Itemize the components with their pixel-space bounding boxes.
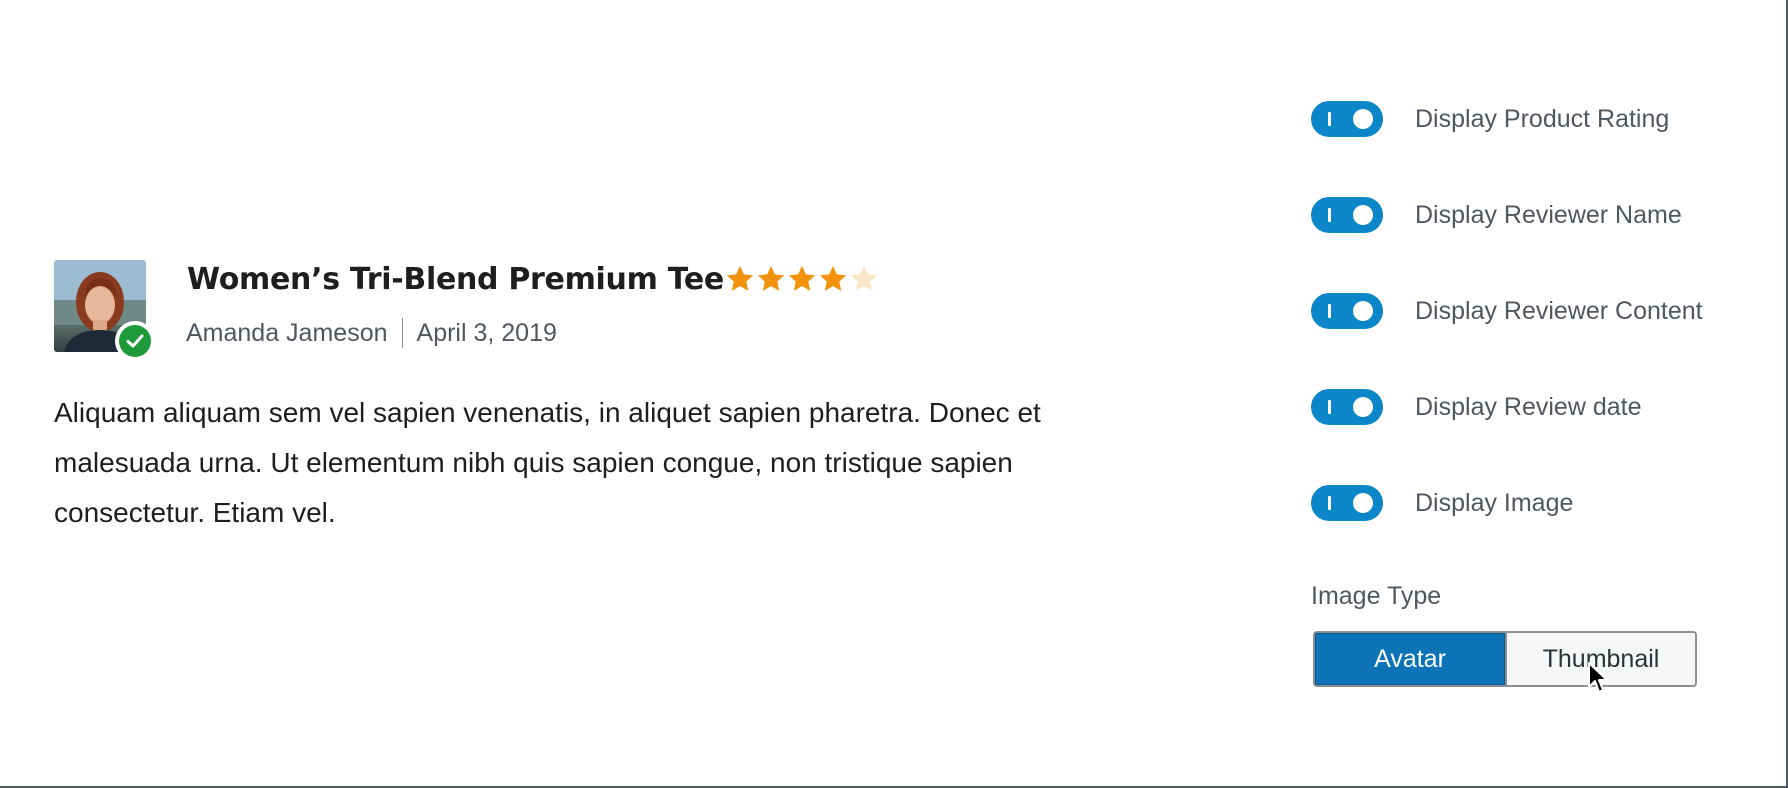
toggle-label: Display Image xyxy=(1415,488,1574,517)
review-date: April 3, 2019 xyxy=(416,318,557,347)
block-preview-frame: Women’s Tri-Blend Premium Tee Amanda Jam… xyxy=(0,0,1788,788)
star-filled-icon xyxy=(726,265,754,291)
toggle-row-review-date: Display Review date xyxy=(1311,389,1642,425)
toggle-review-date[interactable] xyxy=(1311,389,1383,425)
toggle-row-reviewer-content: Display Reviewer Content xyxy=(1311,293,1703,329)
toggle-label: Display Reviewer Content xyxy=(1415,296,1703,325)
product-title: Women’s Tri-Blend Premium Tee xyxy=(187,262,724,297)
review-content: Aliquam aliquam sem vel sapien venenatis… xyxy=(54,397,1041,528)
toggle-label: Display Product Rating xyxy=(1415,104,1670,133)
image-type-segmented-control: Avatar Thumbnail xyxy=(1313,631,1697,687)
toggle-row-product-rating: Display Product Rating xyxy=(1311,101,1669,137)
toggle-product-rating[interactable] xyxy=(1311,101,1383,137)
verified-badge xyxy=(115,321,155,361)
product-rating xyxy=(725,264,879,294)
toggle-reviewer-name[interactable] xyxy=(1311,197,1383,233)
image-type-label: Image Type xyxy=(1311,582,1442,610)
toggle-row-image: Display Image xyxy=(1311,485,1573,521)
toggle-reviewer-content[interactable] xyxy=(1311,293,1383,329)
image-type-avatar-button[interactable]: Avatar xyxy=(1315,633,1505,685)
star-filled-icon xyxy=(757,265,785,291)
toggle-row-reviewer-name: Display Reviewer Name xyxy=(1311,197,1682,233)
star-empty-icon xyxy=(850,265,878,291)
toggle-label: Display Review date xyxy=(1415,392,1642,421)
star-filled-icon xyxy=(819,265,847,291)
toggle-image[interactable] xyxy=(1311,485,1383,521)
toggle-label: Display Reviewer Name xyxy=(1415,200,1682,229)
pointer-cursor-icon xyxy=(1588,662,1608,693)
meta-divider xyxy=(401,318,403,348)
review-meta: Amanda Jameson April 3, 2019 xyxy=(186,318,557,348)
star-filled-icon xyxy=(788,265,816,291)
reviewer-avatar-container xyxy=(54,260,155,361)
reviewer-name: Amanda Jameson xyxy=(186,318,388,347)
check-circle-icon xyxy=(119,325,151,357)
